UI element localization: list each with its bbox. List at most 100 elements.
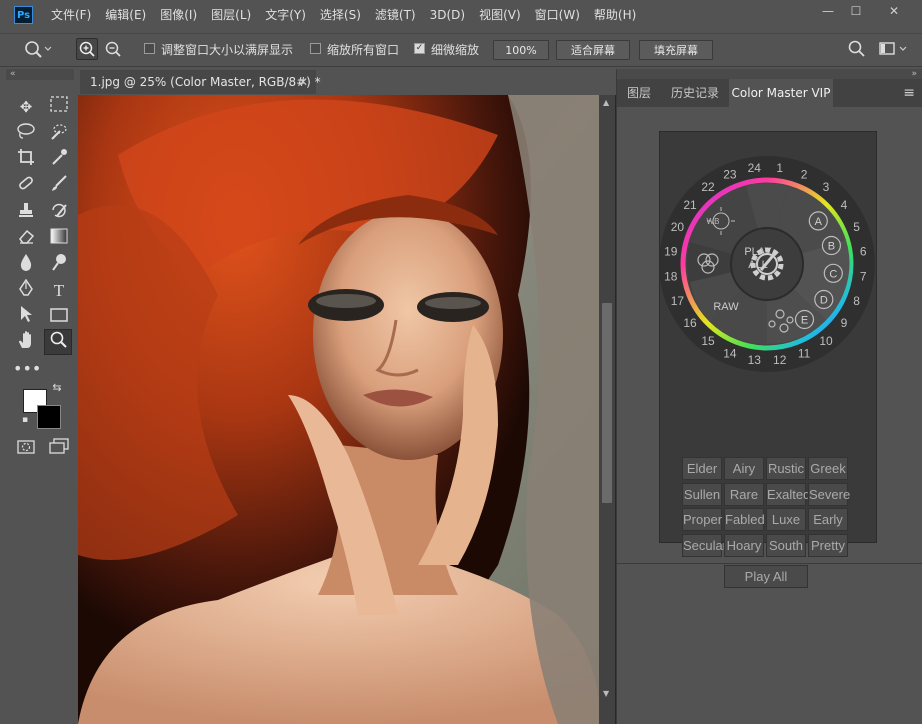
menu-file[interactable]: 文件(F): [44, 0, 98, 31]
dial-number-12[interactable]: 12: [773, 353, 787, 367]
preset-button-luxe[interactable]: Luxe: [766, 508, 806, 531]
menu-help[interactable]: 帮助(H): [587, 0, 643, 31]
dial-number-9[interactable]: 9: [841, 316, 848, 330]
dial-number-23[interactable]: 23: [723, 167, 737, 181]
menu-image[interactable]: 图像(I): [153, 0, 204, 31]
brush-tool-icon[interactable]: [46, 174, 72, 198]
dial-number-11[interactable]: 11: [798, 347, 811, 361]
play-all-dial-label-line2[interactable]: ALL: [748, 259, 768, 271]
tab-layers[interactable]: 图层: [617, 79, 661, 107]
search-icon[interactable]: [846, 39, 868, 59]
dial-number-24[interactable]: 24: [748, 161, 762, 175]
gradient-tool-icon[interactable]: [46, 227, 72, 251]
background-color-swatch[interactable]: [37, 405, 61, 429]
menu-edit[interactable]: 编辑(E): [98, 0, 153, 31]
pen-tool-icon[interactable]: [13, 278, 39, 303]
preset-button-south[interactable]: South: [766, 533, 806, 557]
dial-number-14[interactable]: 14: [723, 347, 737, 361]
dial-number-13[interactable]: 13: [748, 353, 762, 367]
rectangle-tool-icon[interactable]: [46, 305, 72, 329]
maximize-button[interactable]: ☐: [843, 2, 869, 20]
preset-button-greek[interactable]: Greek: [808, 457, 848, 480]
menu-type[interactable]: 文字(Y): [258, 0, 313, 31]
tab-history[interactable]: 历史记录: [661, 79, 729, 107]
scrollbar-thumb[interactable]: [602, 303, 612, 503]
resize-windows-checkbox[interactable]: [144, 43, 155, 54]
quick-selection-tool-icon[interactable]: [46, 122, 72, 146]
toolbar-collapse-handle[interactable]: «: [6, 69, 74, 80]
lasso-tool-icon[interactable]: [13, 122, 39, 146]
scroll-down-icon[interactable]: ▼: [603, 689, 609, 698]
preset-button-elder[interactable]: Elder: [682, 457, 722, 480]
close-document-icon[interactable]: ✕: [298, 70, 308, 94]
clone-stamp-tool-icon[interactable]: [13, 201, 39, 225]
panel-collapse-handle[interactable]: »: [617, 69, 922, 79]
preset-button-hoary[interactable]: Hoary: [724, 533, 764, 557]
preset-button-proper[interactable]: Proper: [682, 508, 722, 531]
dial-number-21[interactable]: 21: [683, 198, 697, 212]
type-tool-icon[interactable]: T: [46, 279, 72, 303]
swap-colors-icon[interactable]: ⇆: [50, 381, 64, 395]
preset-button-airy[interactable]: Airy: [724, 457, 764, 480]
preset-button-pretty[interactable]: Pretty: [808, 533, 848, 557]
default-colors-icon[interactable]: ▪: [18, 413, 32, 427]
workspace-icon[interactable]: [876, 39, 910, 59]
menu-3d[interactable]: 3D(D): [423, 0, 472, 31]
preset-button-severe[interactable]: Severe: [808, 482, 850, 506]
dial-number-16[interactable]: 16: [683, 316, 697, 330]
menu-view[interactable]: 视图(V): [472, 0, 528, 31]
dial-number-4[interactable]: 4: [841, 198, 848, 212]
minimize-button[interactable]: —: [815, 2, 841, 20]
preset-button-exalted[interactable]: Exalted: [766, 482, 810, 506]
menu-layer[interactable]: 图层(L): [204, 0, 258, 31]
dial-number-7[interactable]: 7: [860, 270, 867, 284]
dial-number-22[interactable]: 22: [701, 180, 715, 194]
preset-button-rustic[interactable]: Rustic: [766, 457, 806, 480]
marquee-tool-icon[interactable]: [46, 95, 72, 119]
dial-number-15[interactable]: 15: [701, 334, 715, 348]
zoom-100-button[interactable]: 100%: [493, 40, 549, 60]
move-tool-icon[interactable]: ✥: [13, 95, 39, 119]
dial-number-10[interactable]: 10: [819, 334, 833, 348]
dodge-tool-icon[interactable]: [46, 253, 72, 277]
vertical-scrollbar[interactable]: ▲ ▼: [599, 95, 615, 724]
preset-button-sullen[interactable]: Sullen: [682, 482, 722, 506]
crop-tool-icon[interactable]: [13, 148, 39, 172]
eraser-tool-icon[interactable]: [13, 227, 39, 251]
play-all-button[interactable]: Play All: [724, 565, 808, 588]
dial-number-5[interactable]: 5: [853, 220, 860, 234]
blur-tool-icon[interactable]: [13, 253, 39, 277]
path-selection-tool-icon[interactable]: [13, 305, 39, 329]
menu-select[interactable]: 选择(S): [313, 0, 368, 31]
quick-mask-icon[interactable]: [13, 437, 39, 461]
dial-number-1[interactable]: 1: [776, 161, 783, 175]
dial-number-19[interactable]: 19: [664, 244, 678, 258]
zoom-in-button[interactable]: [76, 38, 98, 60]
eyedropper-tool-icon[interactable]: [46, 148, 72, 172]
panel-menu-icon[interactable]: ≡: [903, 85, 915, 101]
menu-filter[interactable]: 滤镜(T): [368, 0, 423, 31]
zoom-out-button[interactable]: [102, 39, 124, 59]
menu-window[interactable]: 窗口(W): [528, 0, 587, 31]
fit-screen-button[interactable]: 适合屏幕: [556, 40, 630, 60]
close-window-button[interactable]: ✕: [879, 2, 909, 20]
raw-label[interactable]: RAW: [713, 301, 739, 313]
dial-number-18[interactable]: 18: [664, 270, 678, 284]
screen-mode-icon[interactable]: [46, 437, 72, 461]
tab-color-master[interactable]: Color Master VIP: [729, 79, 833, 107]
dial-number-20[interactable]: 20: [671, 220, 685, 234]
hand-tool-icon[interactable]: [13, 331, 39, 355]
healing-brush-tool-icon[interactable]: [13, 174, 39, 198]
fill-screen-button[interactable]: 填充屏幕: [639, 40, 713, 60]
dial-number-6[interactable]: 6: [860, 244, 867, 258]
scrubby-zoom-checkbox[interactable]: ✓: [414, 43, 425, 54]
preset-button-rare[interactable]: Rare: [724, 482, 764, 506]
more-tools-icon[interactable]: •••: [13, 357, 41, 381]
zoom-tool-icon[interactable]: [44, 329, 72, 355]
dial-number-2[interactable]: 2: [801, 167, 808, 181]
preset-button-early[interactable]: Early: [808, 508, 848, 531]
preset-button-secular[interactable]: Secular: [682, 533, 727, 557]
play-all-dial-label-line1[interactable]: PLAY: [744, 246, 772, 258]
document-tab[interactable]: 1.jpg @ 25% (Color Master, RGB/8#) * ✕: [80, 70, 321, 94]
wb-label[interactable]: WB: [707, 217, 720, 226]
